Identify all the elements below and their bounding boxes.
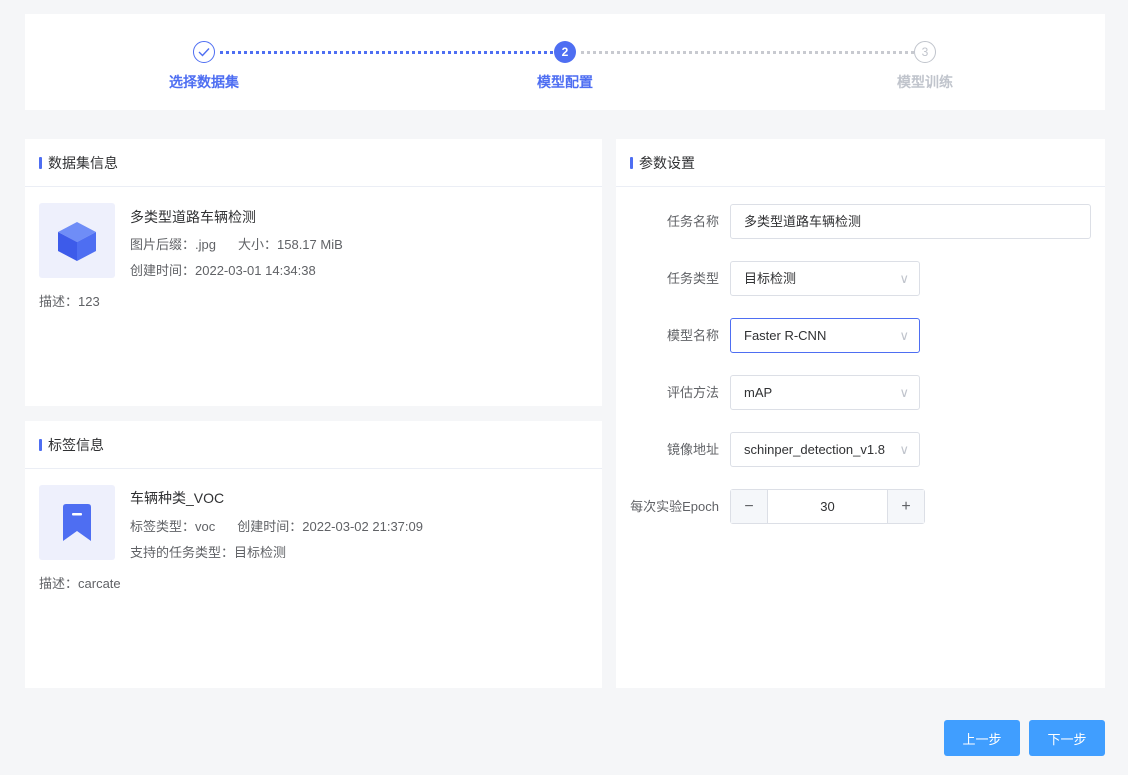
- section-accent-bar: [630, 156, 633, 169]
- model-name-select[interactable]: Faster R-CNN ∨: [730, 318, 920, 353]
- steps-bar: 2 3 选择数据集 模型配置 模型训练: [25, 14, 1105, 110]
- model-name-label: 模型名称: [666, 328, 719, 343]
- epoch-stepper[interactable]: − 30 +: [730, 489, 925, 524]
- cube-icon: [58, 221, 96, 261]
- label-created-label: 创建时间：: [237, 519, 303, 534]
- step-2-label[interactable]: 模型配置: [505, 72, 625, 92]
- section-accent-bar: [39, 156, 42, 169]
- step-3-number: 3: [921, 45, 929, 59]
- params-panel: 参数设置 任务名称 多类型道路车辆检测 任务类型 目标检测 ∨ 模型名称 Fas…: [616, 139, 1105, 688]
- chevron-down-icon: ∨: [899, 271, 909, 286]
- dataset-desc-label: 描述：: [39, 294, 79, 309]
- label-type-label: 标签类型：: [130, 519, 196, 534]
- model-name-value: Faster R-CNN: [744, 328, 827, 343]
- step-3-circle[interactable]: 3: [914, 41, 936, 63]
- params-section-header: 参数设置: [616, 139, 1105, 187]
- epoch-label: 每次实验Epoch: [630, 499, 719, 514]
- image-address-label: 镜像地址: [666, 442, 719, 457]
- label-desc-label: 描述：: [39, 576, 79, 591]
- step-2-circle[interactable]: 2: [554, 41, 576, 63]
- next-step-button[interactable]: 下一步: [1029, 720, 1105, 756]
- step-1-circle[interactable]: [193, 41, 215, 63]
- dataset-desc-value: 123: [78, 294, 100, 309]
- step-connector-1: [220, 51, 553, 54]
- label-type-value: voc: [195, 519, 216, 534]
- dataset-name: 多类型道路车辆检测: [130, 209, 256, 225]
- epoch-value[interactable]: 30: [768, 490, 887, 523]
- eval-method-label: 评估方法: [666, 385, 719, 400]
- task-type-label: 任务类型: [666, 271, 719, 286]
- label-thumbnail: [39, 485, 115, 560]
- params-section-title: 参数设置: [639, 154, 695, 171]
- epoch-decrement-button[interactable]: −: [731, 490, 768, 523]
- prev-step-button[interactable]: 上一步: [944, 720, 1020, 756]
- step-1-label[interactable]: 选择数据集: [144, 72, 264, 92]
- step-connector-2: [581, 51, 914, 54]
- dataset-created-line: 创建时间：2022-03-01 14:34:38: [130, 260, 316, 279]
- dataset-section-header: 数据集信息: [25, 139, 602, 187]
- task-type-value: 目标检测: [744, 271, 797, 286]
- dataset-meta-line: 图片后缀：.jpg 大小：158.17 MiB: [130, 234, 343, 253]
- step-3-label: 模型训练: [897, 74, 953, 90]
- label-description: 描述：carcate: [39, 573, 121, 592]
- dataset-section-title: 数据集信息: [48, 154, 118, 171]
- eval-method-select[interactable]: mAP ∨: [730, 375, 920, 410]
- chevron-down-icon: ∨: [899, 385, 909, 400]
- label-task-value: 目标检测: [234, 545, 287, 560]
- epoch-increment-button[interactable]: +: [887, 490, 924, 523]
- label-task-label: 支持的任务类型：: [130, 545, 235, 560]
- dataset-info-panel: 数据集信息 多类型道路车辆检测 图片后缀：.jpg 大小：158.17 MiB 创…: [25, 139, 602, 406]
- task-name-label: 任务名称: [666, 214, 719, 229]
- section-accent-bar: [39, 438, 42, 451]
- image-address-select[interactable]: schinper_detection_v1.8 ∨: [730, 432, 920, 467]
- task-name-input[interactable]: 多类型道路车辆检测: [730, 204, 1091, 239]
- label-name: 车辆种类_VOC: [130, 490, 225, 506]
- label-meta-line: 标签类型：voc 创建时间：2022-03-02 21:37:09: [130, 516, 423, 535]
- dataset-suffix-label: 图片后缀：: [130, 237, 196, 252]
- dataset-size-value: 158.17 MiB: [277, 237, 343, 252]
- task-type-select[interactable]: 目标检测 ∨: [730, 261, 920, 296]
- task-name-value: 多类型道路车辆检测: [744, 214, 862, 229]
- check-icon: [198, 48, 210, 57]
- dataset-created-value: 2022-03-01 14:34:38: [195, 263, 316, 278]
- eval-method-value: mAP: [744, 385, 773, 400]
- label-section-header: 标签信息: [25, 421, 602, 469]
- dataset-description: 描述：123: [39, 291, 100, 310]
- step-2-number: 2: [561, 45, 569, 59]
- chevron-down-icon: ∨: [899, 328, 909, 343]
- dataset-size-label: 大小：: [237, 237, 277, 252]
- label-section-title: 标签信息: [48, 436, 104, 453]
- dataset-created-label: 创建时间：: [130, 263, 196, 278]
- label-info-panel: 标签信息 车辆种类_VOC 标签类型：voc 创建时间：2022-03-02 21…: [25, 421, 602, 688]
- label-created-value: 2022-03-02 21:37:09: [302, 519, 423, 534]
- chevron-down-icon: ∨: [899, 442, 909, 457]
- image-address-value: schinper_detection_v1.8: [744, 442, 885, 457]
- label-desc-value: carcate: [78, 576, 121, 591]
- dataset-suffix-value: .jpg: [195, 237, 216, 252]
- label-task-line: 支持的任务类型：目标检测: [130, 542, 286, 561]
- bookmark-icon: [63, 503, 91, 541]
- dataset-thumbnail: [39, 203, 115, 278]
